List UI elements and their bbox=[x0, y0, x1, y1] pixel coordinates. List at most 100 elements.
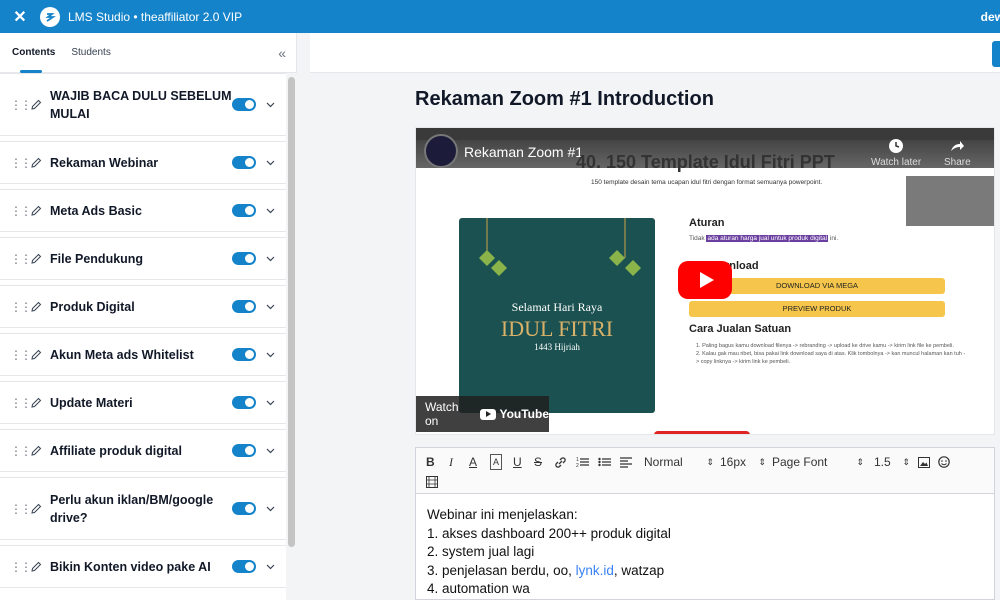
bullet-list-icon[interactable] bbox=[598, 454, 611, 470]
video-player[interactable]: Rekaman Zoom #1 40. 150 Template Idul Fi… bbox=[415, 127, 995, 435]
link-icon[interactable] bbox=[554, 454, 567, 470]
highlight-icon[interactable]: A bbox=[490, 454, 502, 470]
editor-line: 2. system jual lagi bbox=[427, 544, 535, 559]
list-item[interactable]: ⋮⋮ File Pendukung bbox=[0, 237, 286, 280]
list-item[interactable]: ⋮⋮ Update Materi bbox=[0, 381, 286, 424]
visibility-toggle[interactable] bbox=[232, 156, 256, 169]
drag-handle-icon[interactable]: ⋮⋮ bbox=[10, 98, 32, 112]
list-item[interactable]: ⋮⋮ Bikin Konten video pake AI bbox=[0, 545, 286, 588]
steps-list: 1. Paling bagus kamu download filenya ->… bbox=[696, 343, 966, 365]
image-icon[interactable] bbox=[918, 454, 930, 470]
tab-students[interactable]: Students bbox=[71, 47, 110, 58]
aturan-text: Tidak ada aturan harga jual untuk produk… bbox=[689, 235, 839, 242]
visibility-toggle[interactable] bbox=[232, 98, 256, 111]
list-item[interactable]: ⋮⋮ Produk Digital bbox=[0, 285, 286, 328]
editor-content[interactable]: Webinar ini menjelaskan: 1. akses dashbo… bbox=[416, 494, 994, 600]
visibility-toggle[interactable] bbox=[232, 396, 256, 409]
drag-handle-icon[interactable]: ⋮⋮ bbox=[10, 560, 32, 574]
pencil-icon[interactable] bbox=[30, 445, 44, 457]
item-label: Perlu akun iklan/BM/google drive? bbox=[50, 492, 214, 525]
list-item[interactable]: ⋮⋮ Rekaman Webinar bbox=[0, 141, 286, 184]
drag-handle-icon[interactable]: ⋮⋮ bbox=[10, 502, 32, 516]
pencil-icon[interactable] bbox=[30, 253, 44, 265]
drag-handle-icon[interactable]: ⋮⋮ bbox=[10, 252, 32, 266]
chevron-down-icon[interactable] bbox=[266, 256, 276, 262]
list-item[interactable]: ⋮⋮ Akun Meta ads Whitelist bbox=[0, 333, 286, 376]
sidebar-scrollbar[interactable] bbox=[286, 73, 297, 600]
pencil-icon[interactable] bbox=[30, 205, 44, 217]
chevron-down-icon[interactable] bbox=[266, 506, 276, 512]
text-color-icon[interactable]: A bbox=[469, 454, 477, 470]
visibility-toggle[interactable] bbox=[232, 502, 256, 515]
pencil-icon[interactable] bbox=[30, 99, 44, 111]
user-name[interactable]: dew bbox=[981, 10, 1000, 24]
lynk-link[interactable]: lynk.id bbox=[576, 563, 614, 578]
list-item[interactable]: ⋮⋮ Affiliate produk digital bbox=[0, 429, 286, 472]
video-embed-icon[interactable] bbox=[426, 474, 438, 490]
item-label: Produk Digital bbox=[50, 299, 135, 314]
list-item[interactable]: ⋮⋮ WAJIB BACA DULU SEBELUM MULAI bbox=[0, 73, 286, 136]
bold-icon[interactable]: B bbox=[426, 454, 435, 470]
drag-handle-icon[interactable]: ⋮⋮ bbox=[10, 348, 32, 362]
share-icon bbox=[951, 141, 965, 151]
rich-text-editor[interactable]: B I A A U S 12 Normal ⇕ 16px ⇕ Page Font ⇕ … bbox=[415, 447, 995, 600]
drag-handle-icon[interactable]: ⋮⋮ bbox=[10, 204, 32, 218]
visibility-toggle[interactable] bbox=[232, 348, 256, 361]
pencil-icon[interactable] bbox=[30, 397, 44, 409]
font-size-select[interactable]: 16px ⇕ bbox=[720, 454, 766, 470]
channel-avatar[interactable] bbox=[424, 134, 458, 168]
align-left-icon[interactable] bbox=[620, 454, 633, 470]
strikethrough-icon[interactable]: S bbox=[534, 454, 542, 470]
top-bar: ✕ LMS Studio • theaffiliator 2.0 VIP dew bbox=[0, 0, 1000, 33]
sidebar: Contents Students « ⋮⋮ WAJIB BACA DULU S… bbox=[0, 33, 297, 600]
emoji-icon[interactable] bbox=[938, 454, 950, 470]
drag-handle-icon[interactable]: ⋮⋮ bbox=[10, 444, 32, 458]
cara-heading: Cara Jualan Satuan bbox=[689, 323, 792, 335]
chevron-down-icon[interactable] bbox=[266, 448, 276, 454]
line-height-select[interactable]: 1.5 ⇕ bbox=[874, 454, 910, 470]
drag-handle-icon[interactable]: ⋮⋮ bbox=[10, 396, 32, 410]
red-bar bbox=[654, 431, 750, 434]
chevron-down-icon[interactable] bbox=[266, 102, 276, 108]
watch-later-button[interactable]: Watch later bbox=[871, 138, 921, 168]
pencil-icon[interactable] bbox=[30, 561, 44, 573]
chevron-down-icon[interactable] bbox=[266, 160, 276, 166]
font-family-select[interactable]: Page Font ⇕ bbox=[772, 454, 864, 470]
visibility-toggle[interactable] bbox=[232, 444, 256, 457]
drag-handle-icon[interactable]: ⋮⋮ bbox=[10, 300, 32, 314]
item-label: WAJIB BACA DULU SEBELUM MULAI bbox=[50, 88, 232, 121]
list-item[interactable]: ⋮⋮ Perlu akun iklan/BM/google drive? bbox=[0, 477, 286, 540]
pencil-icon[interactable] bbox=[30, 349, 44, 361]
chevron-down-icon[interactable] bbox=[266, 304, 276, 310]
pencil-icon[interactable] bbox=[30, 301, 44, 313]
share-button[interactable]: Share bbox=[944, 138, 971, 168]
scrollbar-thumb[interactable] bbox=[288, 77, 295, 547]
underline-icon[interactable]: U bbox=[513, 454, 522, 470]
visibility-toggle[interactable] bbox=[232, 252, 256, 265]
list-item[interactable]: ⋮⋮ Meta Ads Basic bbox=[0, 189, 286, 232]
drag-handle-icon[interactable]: ⋮⋮ bbox=[10, 156, 32, 170]
visibility-toggle[interactable] bbox=[232, 560, 256, 573]
header-action-button[interactable] bbox=[992, 41, 1000, 67]
webcam-thumbnail bbox=[906, 176, 994, 226]
video-title[interactable]: Rekaman Zoom #1 bbox=[464, 144, 583, 160]
tab-contents[interactable]: Contents bbox=[12, 47, 55, 58]
visibility-toggle[interactable] bbox=[232, 204, 256, 217]
pencil-icon[interactable] bbox=[30, 157, 44, 169]
close-icon[interactable]: ✕ bbox=[0, 7, 40, 27]
chevron-down-icon[interactable] bbox=[266, 564, 276, 570]
visibility-toggle[interactable] bbox=[232, 300, 256, 313]
watch-on-youtube-button[interactable]: Watch on YouTube bbox=[416, 396, 549, 432]
lesson-title: Rekaman Zoom #1 Introduction bbox=[415, 88, 714, 110]
chevron-down-icon[interactable] bbox=[266, 352, 276, 358]
ordered-list-icon[interactable]: 12 bbox=[576, 454, 589, 470]
italic-icon[interactable]: I bbox=[449, 454, 453, 470]
pencil-icon[interactable] bbox=[30, 503, 44, 515]
play-button[interactable] bbox=[678, 261, 732, 299]
preview-product-button[interactable]: PREVIEW PRODUK bbox=[689, 301, 945, 317]
chevron-down-icon[interactable] bbox=[266, 208, 276, 214]
format-select[interactable]: Normal ⇕ bbox=[644, 454, 714, 470]
youtube-icon bbox=[480, 408, 497, 420]
chevron-down-icon[interactable] bbox=[266, 400, 276, 406]
collapse-sidebar-icon[interactable]: « bbox=[278, 45, 286, 61]
